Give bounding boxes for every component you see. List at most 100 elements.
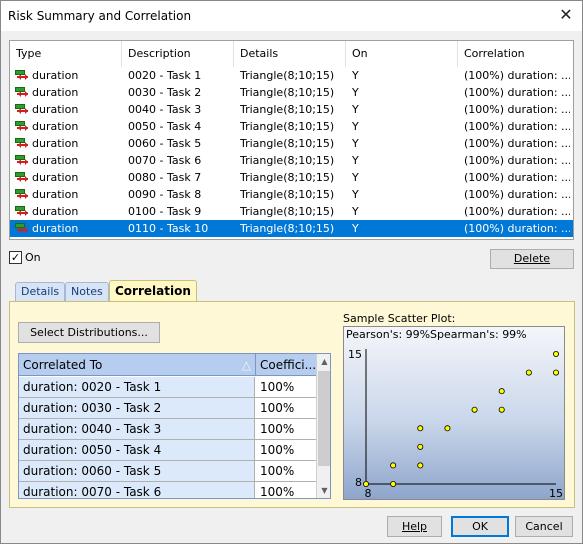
cancel-button[interactable]: Cancel [515, 516, 573, 537]
row-correlation-cell: (100%) duration: ... [464, 188, 570, 201]
ok-button-label: OK [472, 520, 488, 533]
tab-correlation[interactable]: Correlation [109, 280, 197, 302]
row-correlation-cell: (100%) duration: ... [464, 171, 570, 184]
risk-table-row[interactable]: duration 0090 - Task 8 Triangle(8;10;15) Y (… [10, 186, 573, 203]
row-on-cell: Y [352, 205, 359, 218]
delete-button-label: Delete [513, 252, 551, 265]
correlation-row[interactable]: duration: 0060 - Task 5 100% [19, 461, 316, 482]
row-description-cell: 0100 - Task 9 [128, 205, 202, 218]
scroll-thumb[interactable] [318, 371, 330, 466]
ok-button[interactable]: OK [451, 516, 509, 537]
col-type[interactable]: Type [10, 41, 122, 67]
row-details-cell: Triangle(8;10;15) [240, 188, 335, 201]
correlation-row[interactable]: duration: 0030 - Task 2 100% [19, 398, 316, 419]
duration-range-icon [15, 70, 29, 81]
scatter-point [552, 369, 559, 376]
risk-table-row[interactable]: duration 0060 - Task 5 Triangle(8;10;15) Y (… [10, 135, 573, 152]
scroll-down-icon[interactable]: ▼ [317, 483, 330, 498]
correlation-row[interactable]: duration: 0050 - Task 4 100% [19, 440, 316, 461]
row-type-label: duration [32, 86, 79, 99]
row-type-label: duration [32, 69, 79, 82]
correlated-to-cell: duration: 0060 - Task 5 [19, 461, 255, 481]
row-description-cell: 0080 - Task 7 [128, 171, 202, 184]
correlation-scrollbar[interactable]: ▲ ▼ [316, 354, 330, 498]
risk-table-row[interactable]: duration 0070 - Task 6 Triangle(8;10;15) Y (… [10, 152, 573, 169]
correlation-panel: Select Distributions... Correlated To △ … [9, 301, 575, 508]
coefficient-cell[interactable]: 100% [256, 440, 316, 460]
row-description-cell: 0070 - Task 6 [128, 154, 202, 167]
risk-table-row[interactable]: duration 0100 - Task 9 Triangle(8;10;15) Y (… [10, 203, 573, 220]
scatter-point [390, 462, 397, 469]
row-on-cell: Y [352, 188, 359, 201]
row-type-label: duration [32, 103, 79, 116]
scatter-point [498, 388, 505, 395]
help-button[interactable]: Help [387, 516, 442, 537]
scatter-point [471, 406, 478, 413]
correlation-row[interactable]: duration: 0020 - Task 1 100% [19, 377, 316, 398]
row-correlation-cell: (100%) duration: ... [464, 69, 570, 82]
on-checkbox-label: On [25, 251, 41, 264]
close-icon[interactable]: ✕ [556, 6, 576, 26]
row-on-cell: Y [352, 222, 359, 235]
col-coefficient[interactable]: Coeffici... [256, 354, 316, 376]
coefficient-cell[interactable]: 100% [256, 461, 316, 481]
risk-table-row[interactable]: duration 0030 - Task 2 Triangle(8;10;15) Y (… [10, 84, 573, 101]
row-details-cell: Triangle(8;10;15) [240, 154, 335, 167]
select-distributions-label: Select Distributions... [30, 326, 148, 339]
col-correlation[interactable]: Correlation [458, 41, 573, 67]
x-tick-label: 8 [365, 487, 372, 500]
tab-notes[interactable]: Notes [65, 282, 109, 301]
col-details[interactable]: Details [234, 41, 346, 67]
coefficient-cell[interactable]: 100% [256, 482, 316, 498]
row-type-cell: duration [10, 186, 120, 203]
row-on-cell: Y [352, 86, 359, 99]
col-on[interactable]: On [346, 41, 458, 67]
duration-range-icon [15, 104, 29, 115]
col-correlated-to[interactable]: Correlated To △ [19, 354, 256, 376]
coefficient-cell[interactable]: 100% [256, 419, 316, 439]
correlation-row[interactable]: duration: 0070 - Task 6 100% [19, 482, 316, 498]
row-type-cell: duration [10, 118, 120, 135]
row-correlation-cell: (100%) duration: ... [464, 154, 570, 167]
row-on-cell: Y [352, 69, 359, 82]
row-details-cell: Triangle(8;10;15) [240, 86, 335, 99]
title-bar: Risk Summary and Correlation ✕ [1, 1, 582, 31]
row-correlation-cell: (100%) duration: ... [464, 120, 570, 133]
row-correlation-cell: (100%) duration: ... [464, 103, 570, 116]
risk-table-header: Type Description Details On Correlation [10, 41, 573, 67]
coefficient-cell[interactable]: 100% [256, 398, 316, 418]
risk-table-row[interactable]: duration 0110 - Task 10 Triangle(8;10;15) Y… [10, 220, 573, 237]
row-details-cell: Triangle(8;10;15) [240, 137, 335, 150]
sort-triangle-icon: △ [241, 358, 251, 372]
scatter-point [362, 480, 369, 487]
row-type-cell: duration [10, 169, 120, 186]
scroll-up-icon[interactable]: ▲ [317, 354, 330, 369]
correlation-row[interactable]: duration: 0040 - Task 3 100% [19, 419, 316, 440]
row-correlation-cell: (100%) duration: ... [464, 222, 570, 235]
row-details-cell: Triangle(8;10;15) [240, 205, 335, 218]
row-type-cell: duration [10, 84, 120, 101]
risk-table-row[interactable]: duration 0080 - Task 7 Triangle(8;10;15) Y (… [10, 169, 573, 186]
row-on-cell: Y [352, 103, 359, 116]
row-type-label: duration [32, 222, 79, 235]
scatter-plot: Pearson's: 99% Spearman's: 99% 15 8 8 15 [343, 326, 565, 500]
scatter-plot-svg: Pearson's: 99% Spearman's: 99% 15 88 15 [346, 328, 563, 500]
risk-table-row[interactable]: duration 0020 - Task 1 Triangle(8;10;15) Y (… [10, 67, 573, 84]
scatter-point [390, 480, 397, 487]
tab-details[interactable]: Details [15, 282, 66, 301]
delete-button[interactable]: Delete [490, 249, 574, 269]
risk-table-row[interactable]: duration 0050 - Task 4 Triangle(8;10;15) Y (… [10, 118, 573, 135]
row-on-cell: Y [352, 137, 359, 150]
correlation-table-header: Correlated To △ Coeffici... [19, 354, 316, 376]
risk-table-row[interactable]: duration 0040 - Task 3 Triangle(8;10;15) Y (… [10, 101, 573, 118]
scatter-point [498, 406, 505, 413]
col-correlated-to-label: Correlated To [23, 358, 103, 372]
select-distributions-button[interactable]: Select Distributions... [18, 322, 160, 343]
on-checkbox[interactable]: ✓ [9, 251, 22, 264]
scatter-point [444, 425, 451, 432]
coefficient-cell[interactable]: 100% [256, 377, 316, 397]
row-type-cell: duration [10, 67, 120, 84]
col-description[interactable]: Description [122, 41, 234, 67]
row-details-cell: Triangle(8;10;15) [240, 103, 335, 116]
row-on-cell: Y [352, 154, 359, 167]
